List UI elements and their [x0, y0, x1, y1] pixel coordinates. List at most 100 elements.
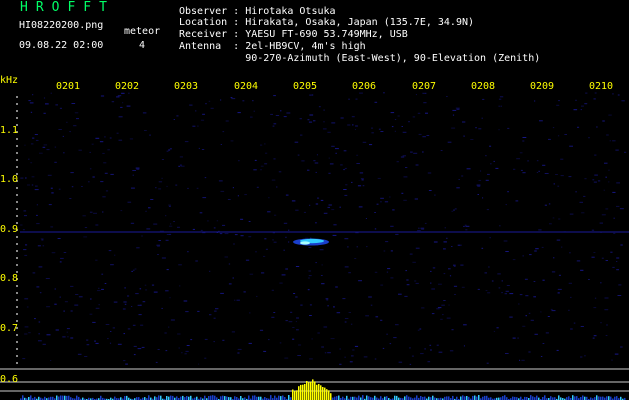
- noise-speck: [608, 169, 610, 171]
- noise-speck: [166, 234, 170, 235]
- noise-speck: [533, 281, 536, 282]
- noise-speck: [192, 125, 196, 127]
- noise-speck: [27, 184, 31, 186]
- noise-speck: [218, 180, 223, 182]
- observer: Observer : Hirotaka Otsuka: [179, 6, 336, 17]
- noise-speck: [84, 356, 88, 357]
- noise-speck: [620, 346, 623, 348]
- noise-speck: [446, 237, 448, 239]
- noise-speck: [331, 122, 336, 124]
- noise-speck: [165, 350, 168, 352]
- noise-speck: [60, 257, 64, 259]
- spectrum-bar: [222, 395, 224, 400]
- noise-speck: [597, 180, 601, 182]
- noise-speck: [234, 299, 236, 301]
- noise-speck: [288, 321, 293, 323]
- noise-speck: [369, 144, 373, 146]
- noise-speck: [436, 308, 440, 310]
- noise-speck: [132, 324, 136, 326]
- noise-speck: [323, 212, 328, 214]
- noise-speck: [453, 264, 456, 266]
- noise-speck: [556, 104, 560, 106]
- y-guide-dot: [16, 159, 18, 161]
- noise-speck: [208, 100, 211, 102]
- noise-speck: [384, 201, 389, 203]
- y-guide-dot: [16, 306, 18, 308]
- noise-speck: [605, 335, 608, 336]
- noise-speck: [45, 103, 49, 105]
- spectrum-bar: [298, 386, 300, 400]
- noise-speck: [128, 92, 130, 94]
- noise-speck: [307, 119, 310, 121]
- noise-speck: [525, 295, 529, 297]
- noise-speck: [383, 92, 385, 94]
- noise-speck: [347, 124, 351, 126]
- noise-speck: [168, 205, 171, 207]
- noise-speck: [412, 261, 416, 263]
- noise-speck: [28, 100, 31, 102]
- noise-speck: [342, 298, 346, 300]
- noise-speck: [614, 353, 619, 355]
- noise-speck: [616, 205, 620, 207]
- noise-speck: [491, 280, 494, 282]
- noise-speck: [605, 208, 609, 210]
- y-guide-dot: [16, 243, 18, 245]
- noise-speck: [548, 138, 551, 140]
- noise-speck: [594, 92, 597, 94]
- noise-speck: [36, 214, 38, 216]
- spectrum-bar: [304, 384, 306, 400]
- noise-speck: [329, 163, 334, 165]
- noise-speck: [84, 227, 88, 228]
- noise-speck: [488, 266, 490, 268]
- noise-speck: [551, 310, 556, 312]
- spectrum-bar: [602, 396, 604, 400]
- noise-speck: [321, 264, 323, 266]
- spectrum-bar: [208, 396, 210, 400]
- noise-speck: [146, 228, 151, 230]
- noise-speck: [593, 181, 597, 183]
- noise-speck: [89, 168, 92, 170]
- noise-speck: [487, 173, 490, 175]
- noise-speck: [155, 187, 157, 189]
- noise-speck: [522, 172, 526, 174]
- noise-speck: [71, 103, 76, 104]
- noise-speck: [260, 169, 262, 171]
- noise-speck: [398, 361, 403, 363]
- spectrum-bar: [574, 396, 576, 400]
- noise-speck: [555, 174, 558, 175]
- noise-speck: [509, 316, 513, 318]
- noise-speck: [31, 184, 34, 186]
- noise-speck: [421, 307, 425, 309]
- spectrum-bar: [124, 396, 126, 400]
- noise-speck: [307, 169, 310, 171]
- noise-speck: [315, 222, 317, 224]
- spectrum-bar: [346, 395, 348, 400]
- spectrum-bar: [466, 396, 468, 400]
- noise-speck: [441, 304, 445, 306]
- spectrum-bar: [362, 395, 364, 400]
- noise-speck: [34, 134, 38, 135]
- noise-speck: [25, 244, 28, 246]
- noise-speck: [351, 116, 355, 118]
- spectrum-bar: [176, 396, 178, 400]
- noise-speck: [516, 158, 520, 160]
- noise-speck: [195, 260, 198, 262]
- noise-speck: [134, 268, 137, 270]
- noise-speck: [456, 187, 460, 189]
- noise-speck: [401, 192, 404, 194]
- noise-speck: [270, 113, 273, 115]
- noise-speck: [525, 315, 527, 317]
- noise-speck: [157, 254, 159, 255]
- noise-speck: [273, 158, 276, 160]
- noise-speck: [557, 292, 560, 294]
- spectrum-bar: [366, 395, 368, 400]
- noise-speck: [255, 251, 257, 253]
- noise-speck: [383, 250, 386, 252]
- noise-speck: [354, 345, 359, 347]
- noise-speck: [164, 332, 167, 334]
- noise-speck: [30, 143, 34, 145]
- noise-speck: [429, 344, 432, 346]
- noise-speck: [418, 227, 420, 229]
- noise-speck: [118, 139, 123, 141]
- noise-speck: [390, 250, 393, 252]
